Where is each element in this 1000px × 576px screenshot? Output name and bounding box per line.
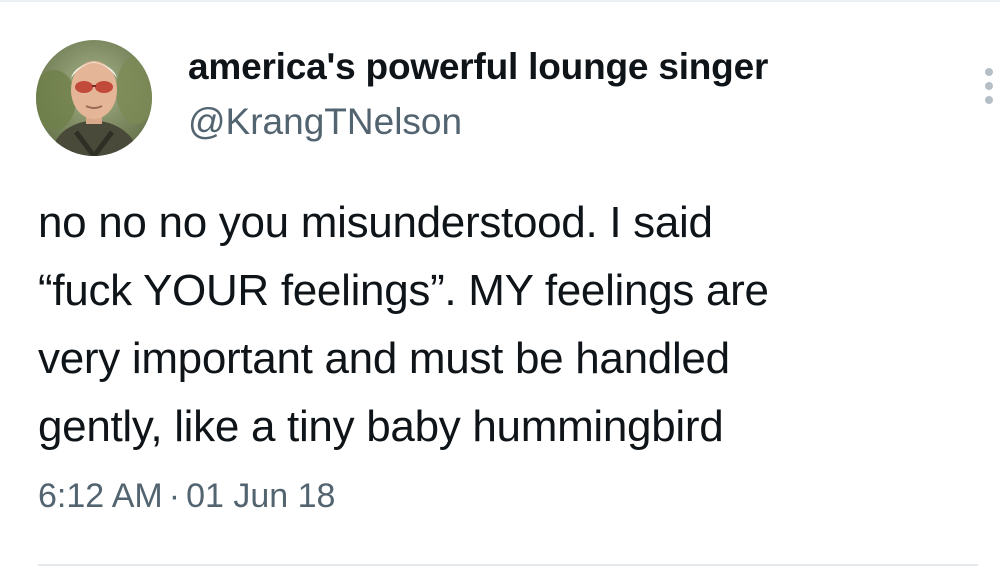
tweet-text-line: no no no you misunderstood. I said [38,198,713,247]
more-options-button[interactable] [976,64,1000,114]
bottom-divider [38,564,978,566]
tweet-text-line: “fuck YOUR feelings”. MY feelings are [38,266,769,315]
tweet-card: america's powerful lounge singer @KrangT… [0,0,1000,576]
author-display-name[interactable]: america's powerful lounge singer [188,46,768,88]
tweet-date: 01 Jun 18 [186,477,336,515]
profile-photo-icon [36,40,152,156]
avatar[interactable] [36,40,152,156]
tweet-text-line: gently, like a tiny baby hummingbird [38,402,724,451]
tweet-text: no no no you misunderstood. I said “fuck… [38,189,988,461]
vertical-ellipsis-icon [985,68,993,110]
author-handle[interactable]: @KrangTNelson [188,101,462,143]
tweet-timestamp[interactable]: 6:12 AM · 01 Jun 18 [38,477,335,516]
tweet-time: 6:12 AM [38,477,163,515]
tweet-text-line: very important and must be handled [38,334,730,383]
meta-separator: · [168,477,181,515]
